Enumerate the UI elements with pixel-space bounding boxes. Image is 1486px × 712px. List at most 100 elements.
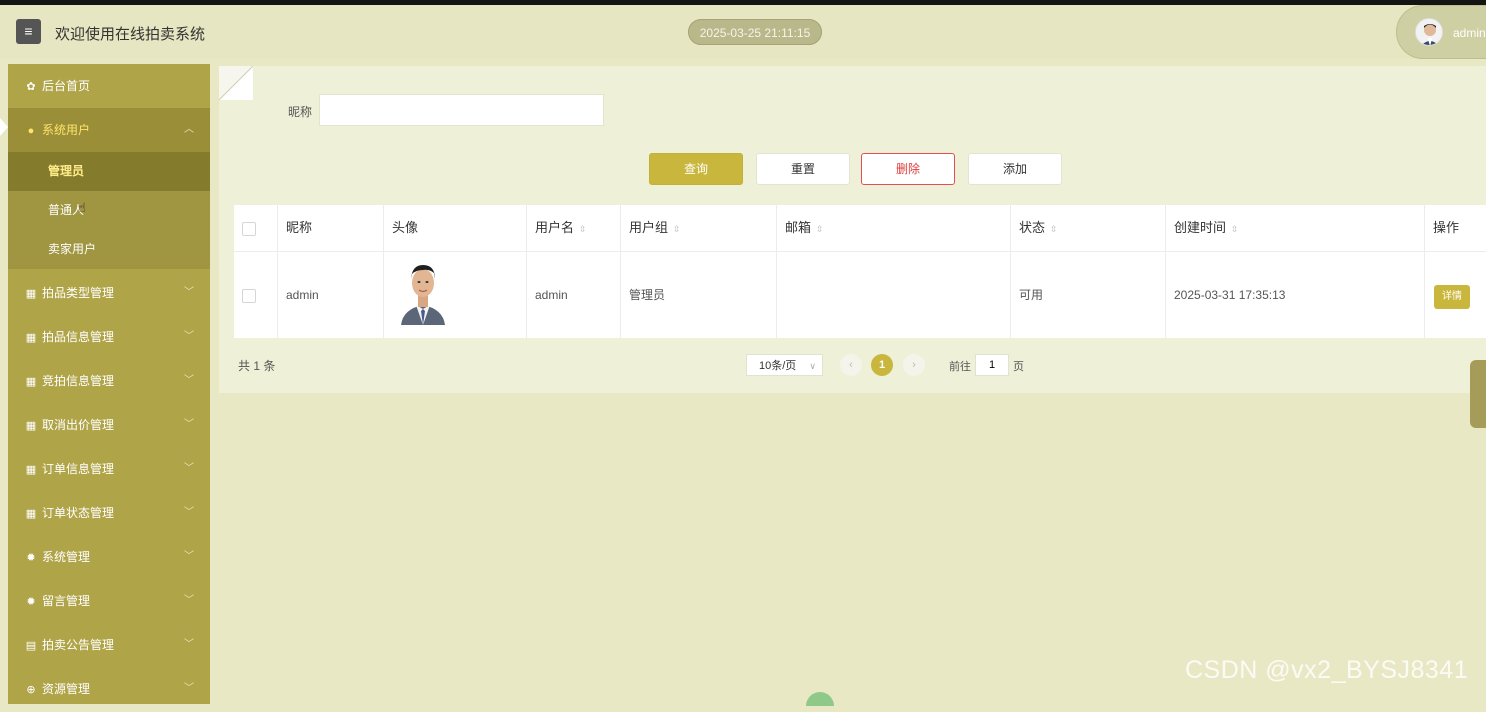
grid-icon: ▦ bbox=[25, 508, 37, 520]
user-name: admin bbox=[1453, 26, 1486, 40]
goto-suffix: 页 bbox=[1013, 361, 1024, 373]
page-fold-icon bbox=[219, 66, 253, 100]
user-icon: ● bbox=[27, 125, 35, 137]
column-header-sortable[interactable]: 创建时间 ⇳ bbox=[1166, 205, 1425, 251]
column-header: 操作 bbox=[1433, 220, 1460, 235]
delete-button[interactable]: 删除 bbox=[861, 153, 955, 185]
sidebar-item-resources[interactable]: ⊕ 资源管理 ﹀ bbox=[8, 667, 210, 711]
column-title: 用户组 bbox=[629, 220, 669, 235]
chevron-down-icon: ﹀ bbox=[184, 683, 194, 694]
sidebar-item-bid-info[interactable]: ▦ 竞拍信息管理 ﹀ bbox=[8, 359, 210, 403]
page-size-select[interactable]: 10条/页 ∨ bbox=[746, 354, 823, 376]
select-all-cell bbox=[234, 205, 278, 251]
sidebar-item-order-info[interactable]: ▦ 订单信息管理 ﹀ bbox=[8, 447, 210, 491]
sidebar-item-label: 系统用户 bbox=[42, 123, 91, 137]
sidebar-item-messages[interactable]: ✹ 留言管理 ﹀ bbox=[8, 579, 210, 623]
sort-icon[interactable]: ⇳ bbox=[579, 224, 587, 234]
sidebar-item-label: 竞拍信息管理 bbox=[42, 374, 115, 388]
column-header-sortable[interactable]: 用户名 ⇳ bbox=[527, 205, 621, 251]
column-header-sortable[interactable]: 邮箱 ⇳ bbox=[777, 205, 1011, 251]
reset-button[interactable]: 重置 bbox=[756, 153, 850, 185]
chevron-down-icon: ﹀ bbox=[184, 419, 194, 430]
user-menu[interactable]: admin bbox=[1396, 5, 1486, 59]
page-size-value: 10条/页 bbox=[759, 360, 797, 372]
float-dot bbox=[806, 692, 834, 706]
sidebar-item-item-types[interactable]: ▦ 拍品类型管理 ﹀ bbox=[8, 271, 210, 315]
nickname-search-input[interactable] bbox=[319, 94, 604, 126]
document-icon: ▤ bbox=[25, 640, 37, 652]
sidebar-sub-normal-users[interactable]: 普通人 bbox=[8, 191, 210, 230]
grid-icon: ▦ bbox=[25, 420, 37, 432]
top-header: ≡ 欢迎使用在线拍卖系统 2025-03-25 21:11:15 admin bbox=[0, 5, 1486, 59]
column-header-sortable[interactable]: 状态 ⇳ bbox=[1011, 205, 1166, 251]
sidebar-item-label: 拍品信息管理 bbox=[42, 330, 115, 344]
chevron-down-icon: ﹀ bbox=[184, 331, 194, 342]
next-page-button[interactable]: › bbox=[903, 354, 925, 376]
table-cell: admin bbox=[527, 252, 621, 338]
select-all-checkbox[interactable] bbox=[242, 221, 256, 236]
column-title: 用户名 bbox=[535, 220, 575, 235]
goto-page-input[interactable] bbox=[975, 354, 1009, 376]
sidebar-item-label: 留言管理 bbox=[42, 594, 91, 608]
nickname-label: 昵称 bbox=[288, 105, 313, 119]
total-count: 共 1 条 bbox=[238, 359, 276, 373]
chevron-down-icon: ﹀ bbox=[184, 287, 194, 298]
sort-icon[interactable]: ⇳ bbox=[1050, 224, 1058, 234]
sidebar-item-label: 拍品类型管理 bbox=[42, 286, 115, 300]
sidebar-item-label: 系统管理 bbox=[42, 550, 91, 564]
sidebar-sub-sellers[interactable]: 卖家用户 bbox=[8, 230, 210, 269]
user-photo bbox=[399, 259, 447, 325]
query-button[interactable]: 查询 bbox=[649, 153, 743, 185]
sidebar-item-item-info[interactable]: ▦ 拍品信息管理 ﹀ bbox=[8, 315, 210, 359]
table-cell bbox=[777, 252, 1011, 338]
sidebar-item-announcements[interactable]: ▤ 拍卖公告管理 ﹀ bbox=[8, 623, 210, 667]
prev-page-button[interactable]: ‹ bbox=[840, 354, 862, 376]
table-cell: 2025-03-31 17:35:13 bbox=[1166, 252, 1425, 338]
app-title: 欢迎使用在线拍卖系统 bbox=[55, 26, 206, 43]
chevron-down-icon: ∨ bbox=[809, 361, 816, 371]
gear-icon: ✹ bbox=[26, 596, 36, 608]
chevron-down-icon: ﹀ bbox=[184, 639, 194, 650]
sidebar: ✿ 后台首页 ● 系统用户 ︿ 管理员 普通人 卖家用户 ▦ 拍品类型管理 ﹀ ▦ 拍品信… bbox=[8, 64, 210, 704]
sidebar-item-system-admin[interactable]: ✹ 系统管理 ﹀ bbox=[8, 535, 210, 579]
sort-icon[interactable]: ⇳ bbox=[673, 224, 681, 234]
sidebar-item-cancel-bid[interactable]: ▦ 取消出价管理 ﹀ bbox=[8, 403, 210, 447]
home-icon: ✿ bbox=[26, 81, 36, 93]
column-title: 创建时间 bbox=[1174, 220, 1227, 235]
column-header: 头像 bbox=[384, 205, 527, 251]
row-select-cell bbox=[234, 252, 278, 338]
column-header-sortable[interactable]: 用户组 ⇳ bbox=[621, 205, 777, 251]
hamburger-icon[interactable]: ≡ bbox=[16, 19, 41, 44]
chevron-down-icon: ﹀ bbox=[184, 463, 194, 474]
side-float-tab[interactable] bbox=[1470, 360, 1486, 428]
sidebar-item-home[interactable]: ✿ 后台首页 bbox=[8, 64, 210, 108]
add-button[interactable]: 添加 bbox=[968, 153, 1062, 185]
page-number-current[interactable]: 1 bbox=[871, 354, 893, 376]
detail-button[interactable]: 详情 bbox=[1434, 285, 1470, 309]
column-title: 邮箱 bbox=[785, 220, 812, 235]
column-header: 昵称 bbox=[278, 205, 384, 251]
sidebar-item-label: 资源管理 bbox=[42, 682, 91, 696]
sort-icon[interactable]: ⇳ bbox=[816, 224, 824, 234]
sidebar-item-label: 后台首页 bbox=[42, 79, 91, 93]
datetime-badge: 2025-03-25 21:11:15 bbox=[688, 19, 822, 45]
chevron-up-icon: ︿ bbox=[184, 124, 194, 135]
grid-icon: ▦ bbox=[25, 332, 37, 344]
row-checkbox[interactable] bbox=[242, 288, 256, 303]
gear-icon: ✹ bbox=[26, 552, 36, 564]
chevron-down-icon: ﹀ bbox=[184, 551, 194, 562]
column-title: 状态 bbox=[1019, 220, 1046, 235]
sidebar-item-system-users[interactable]: ● 系统用户 ︿ bbox=[8, 108, 210, 152]
chevron-down-icon: ﹀ bbox=[184, 595, 194, 606]
plus-circle-icon: ⊕ bbox=[26, 684, 36, 696]
sidebar-sub-admin[interactable]: 管理员 bbox=[8, 152, 210, 191]
sort-icon[interactable]: ⇳ bbox=[1231, 224, 1239, 234]
sidebar-item-order-status[interactable]: ▦ 订单状态管理 ﹀ bbox=[8, 491, 210, 535]
grid-icon: ▦ bbox=[25, 288, 37, 300]
sidebar-item-label: 订单信息管理 bbox=[42, 462, 115, 476]
table-cell: 管理员 bbox=[621, 252, 777, 338]
grid-icon: ▦ bbox=[25, 464, 37, 476]
active-marker bbox=[0, 118, 8, 136]
goto-label: 前往 bbox=[949, 361, 971, 373]
sidebar-item-label: 订单状态管理 bbox=[42, 506, 115, 520]
